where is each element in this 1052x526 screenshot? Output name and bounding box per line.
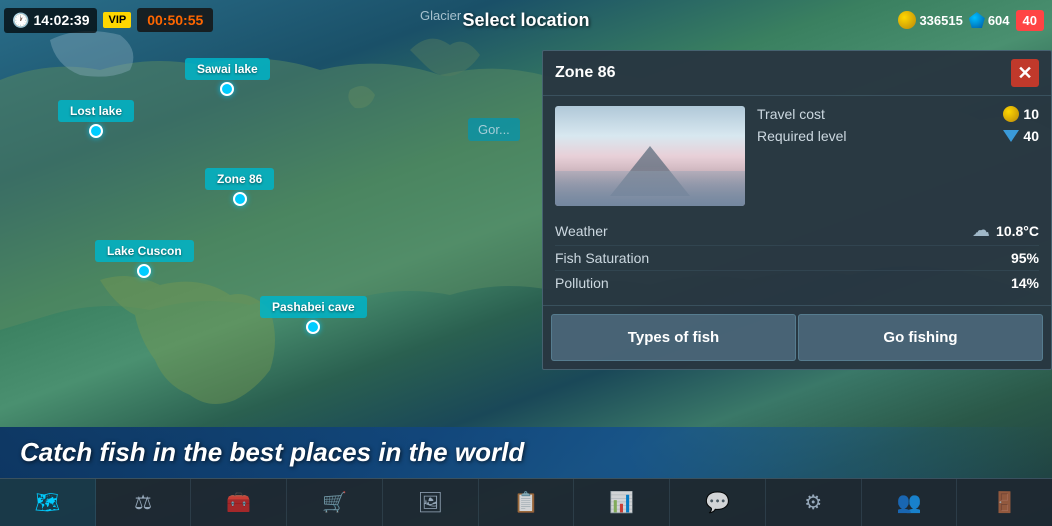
- balance-nav-icon: ⚖: [134, 490, 152, 515]
- location-pin-lake-cuscon[interactable]: Lake Cuscon: [95, 240, 194, 278]
- stats-nav-icon: 📊: [609, 490, 634, 515]
- select-location-label: Select location: [462, 10, 589, 31]
- timer-display: 00:50:55: [137, 8, 213, 32]
- gallery-nav-icon: 🖼: [418, 490, 443, 515]
- pollution-row: Pollution 14%: [555, 270, 1039, 295]
- travel-cost-label: Travel cost: [757, 106, 825, 122]
- pollution-value: 14%: [1011, 275, 1039, 291]
- bottom-nav: 🗺 ⚖ 🧰 🛒 🖼 📋 📊 💬 ⚙ 👥 🚪: [0, 478, 1052, 526]
- topbar: 🕐 14:02:39 VIP 00:50:55 Select location …: [0, 0, 1052, 40]
- map-nav-icon: 🗺: [35, 490, 60, 515]
- nav-item-chat[interactable]: 💬: [670, 479, 766, 526]
- pin-label-pashabei-cave: Pashabei cave: [260, 296, 367, 318]
- tagline-bar: Catch fish in the best places in the wor…: [0, 427, 1052, 478]
- time-value: 14:02:39: [33, 12, 89, 28]
- level-arrow-icon: [1003, 130, 1019, 142]
- nav-item-shop[interactable]: 🛒: [287, 479, 383, 526]
- required-level-row: Required level 40: [757, 128, 1039, 144]
- close-button[interactable]: ✕: [1011, 59, 1039, 87]
- weather-value: 10.8°C: [996, 223, 1039, 239]
- fish-saturation-value: 95%: [1011, 250, 1039, 266]
- location-pin-zone-86[interactable]: Zone 86: [205, 168, 274, 206]
- coin-icon: [898, 11, 916, 29]
- fish-saturation-row: Fish Saturation 95%: [555, 245, 1039, 270]
- coins-value: 336515: [919, 13, 962, 28]
- pin-marker-lost-lake: [89, 124, 103, 138]
- nav-item-map[interactable]: 🗺: [0, 479, 96, 526]
- clock-icon: 🕐: [12, 12, 29, 29]
- settings-nav-icon: ⚙: [804, 490, 822, 515]
- pin-label-sawai-lake: Sawai lake: [185, 58, 270, 80]
- gems-value: 604: [988, 13, 1010, 28]
- nav-item-exit[interactable]: 🚪: [957, 479, 1052, 526]
- nav-item-inventory[interactable]: 🧰: [191, 479, 287, 526]
- zone-title: Zone 86: [555, 64, 615, 82]
- zone-stats: Travel cost 10 Required level 40: [757, 106, 1039, 206]
- nav-item-gallery[interactable]: 🖼: [383, 479, 479, 526]
- zone-panel-header: Zone 86 ✕: [543, 51, 1051, 96]
- coins-item: 336515: [898, 11, 962, 29]
- zone-panel: Zone 86 ✕ Travel cost 10 Required level: [542, 50, 1052, 370]
- location-pin-pashabei-cave[interactable]: Pashabei cave: [260, 296, 367, 334]
- zone-image: [555, 106, 745, 206]
- time-display: 🕐 14:02:39: [4, 8, 97, 33]
- stat-coin-icon: [1003, 106, 1019, 122]
- pin-marker-pashabei-cave: [306, 320, 320, 334]
- zone-panel-buttons: Types of fish Go fishing: [543, 306, 1051, 369]
- pin-label-lake-cuscon: Lake Cuscon: [95, 240, 194, 262]
- level-badge: 40: [1016, 10, 1044, 31]
- travel-cost-value: 10: [1003, 106, 1039, 122]
- weather-row: Weather ☁ 10.8°C: [555, 216, 1039, 245]
- pin-label-lost-lake: Lost lake: [58, 100, 134, 122]
- pollution-label: Pollution: [555, 275, 609, 291]
- weather-label: Weather: [555, 223, 608, 239]
- coins-display: 336515 604 40: [898, 10, 1044, 31]
- pin-marker-sawai-lake: [220, 82, 234, 96]
- required-level-label: Required level: [757, 128, 847, 144]
- exit-nav-icon: 🚪: [992, 490, 1017, 515]
- tasks-nav-icon: 📋: [514, 490, 539, 515]
- required-level-value: 40: [1003, 128, 1039, 144]
- nav-item-balance[interactable]: ⚖: [96, 479, 192, 526]
- go-fishing-button[interactable]: Go fishing: [798, 314, 1043, 361]
- fish-saturation-label: Fish Saturation: [555, 250, 649, 266]
- location-pin-sawai-lake[interactable]: Sawai lake: [185, 58, 270, 96]
- weather-cloud-icon: ☁: [972, 220, 990, 241]
- pin-label-zone-86: Zone 86: [205, 168, 274, 190]
- nav-item-stats[interactable]: 📊: [574, 479, 670, 526]
- travel-cost-row: Travel cost 10: [757, 106, 1039, 122]
- pin-marker-zone-86: [233, 192, 247, 206]
- inventory-nav-icon: 🧰: [226, 490, 251, 515]
- vip-badge: VIP: [103, 12, 131, 28]
- social-nav-icon: 👥: [897, 490, 922, 515]
- types-of-fish-button[interactable]: Types of fish: [551, 314, 796, 361]
- nav-item-tasks[interactable]: 📋: [479, 479, 575, 526]
- chat-nav-icon: 💬: [705, 490, 730, 515]
- location-pin-lost-lake[interactable]: Lost lake: [58, 100, 134, 138]
- pin-marker-lake-cuscon: [137, 264, 151, 278]
- shop-nav-icon: 🛒: [322, 490, 347, 515]
- zone-panel-body: Travel cost 10 Required level 40: [543, 96, 1051, 216]
- gem-icon: [969, 12, 985, 28]
- tagline-text: Catch fish in the best places in the wor…: [20, 437, 524, 467]
- gems-item: 604: [969, 12, 1010, 28]
- gore-label: Gor...: [468, 118, 520, 141]
- nav-item-social[interactable]: 👥: [862, 479, 958, 526]
- nav-item-settings[interactable]: ⚙: [766, 479, 862, 526]
- zone-panel-details: Weather ☁ 10.8°C Fish Saturation 95% Pol…: [543, 216, 1051, 306]
